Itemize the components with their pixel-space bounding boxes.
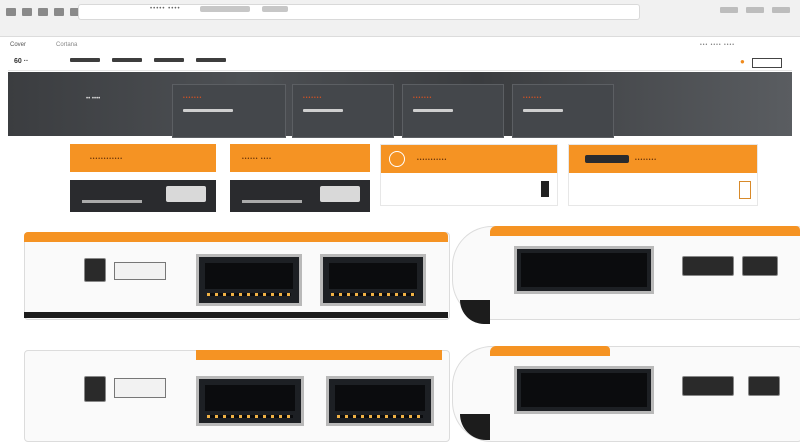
hero-card-line <box>303 109 343 112</box>
site-nav <box>70 58 226 62</box>
device-switch[interactable] <box>682 256 734 276</box>
power-icon <box>389 151 405 167</box>
device-top-trim <box>24 232 448 242</box>
promo-card-header[interactable]: •••••• •••• <box>230 144 370 172</box>
device-switch[interactable] <box>742 256 778 276</box>
right-tools[interactable]: ••• •••• •••• <box>700 42 735 48</box>
hero-card-title: ••••••• <box>523 95 543 101</box>
promo-line <box>82 200 142 203</box>
hero-card[interactable]: ••••••• <box>292 84 394 138</box>
device-screen <box>196 376 304 426</box>
back-icon[interactable] <box>6 8 16 16</box>
promo-card-header[interactable]: •••••••••••• <box>70 144 216 172</box>
minimize-button[interactable] <box>720 7 738 13</box>
device-switch[interactable] <box>682 376 734 396</box>
nav-item[interactable] <box>154 58 184 62</box>
toolbar-icons <box>6 4 80 20</box>
device-dial[interactable] <box>114 378 166 398</box>
forward-icon[interactable] <box>22 8 32 16</box>
address-text: ••••• •••• <box>150 6 181 12</box>
promo-label: •••••••• <box>635 157 658 163</box>
hero-card-line <box>183 109 233 112</box>
close-button[interactable] <box>772 7 790 13</box>
device-screen <box>196 254 302 306</box>
hero-card[interactable]: ••••••• <box>402 84 504 138</box>
promo-label: •••••••••••• <box>90 156 124 162</box>
address-segment <box>262 6 288 12</box>
site-header <box>8 54 792 71</box>
nav-item[interactable] <box>112 58 142 62</box>
promo-card[interactable]: •••••••• <box>568 144 758 206</box>
promo-label: •••••• •••• <box>242 156 272 162</box>
home-icon[interactable] <box>54 8 64 16</box>
plug-icon <box>739 181 751 199</box>
window-controls <box>650 4 790 16</box>
device-edge <box>460 414 490 440</box>
promo-card-image[interactable] <box>70 180 216 212</box>
nav-item[interactable] <box>70 58 100 62</box>
promo-card[interactable]: ••••••••••• <box>380 144 558 206</box>
maximize-button[interactable] <box>746 7 764 13</box>
device-knob[interactable] <box>84 258 106 282</box>
device-screen <box>514 246 654 294</box>
device-thumbnail <box>320 186 360 202</box>
device-dial[interactable] <box>114 262 166 280</box>
promo-line <box>242 200 302 203</box>
breadcrumb-left[interactable]: Cover <box>10 42 26 48</box>
device-screen <box>514 366 654 414</box>
badge <box>585 155 629 163</box>
device-screen <box>326 376 434 426</box>
device-switch[interactable] <box>748 376 780 396</box>
hero-banner <box>8 72 792 136</box>
hero-card-line <box>523 109 563 112</box>
promo-card-image[interactable] <box>230 180 370 212</box>
cart-icon[interactable]: ● <box>740 57 745 66</box>
plug-icon <box>541 181 549 197</box>
site-logo[interactable]: 60 ·· <box>14 58 28 65</box>
refresh-icon[interactable] <box>38 8 48 16</box>
device-top-trim <box>490 226 800 236</box>
hero-card-line <box>413 109 453 112</box>
device-top-trim <box>490 346 610 356</box>
promo-card-band <box>381 145 557 173</box>
promo-label: ••••••••••• <box>417 157 448 163</box>
breadcrumb-right[interactable]: Cortana <box>56 42 77 48</box>
nav-item[interactable] <box>196 58 226 62</box>
hero-card[interactable]: ••••••• <box>512 84 614 138</box>
hero-card-title: ••••••• <box>183 95 203 101</box>
hero-card-title: ••••••• <box>413 95 433 101</box>
address-segment <box>200 6 250 12</box>
device-edge <box>460 300 490 324</box>
device-screen <box>320 254 426 306</box>
search-input[interactable] <box>752 58 782 68</box>
device-thumbnail <box>166 186 206 202</box>
hero-card-title: ••••••• <box>303 95 323 101</box>
device-knob[interactable] <box>84 376 106 402</box>
device-top-trim <box>196 350 442 360</box>
hero-text: •• •••• <box>86 96 101 102</box>
device-bottom-trim <box>24 312 448 318</box>
hero-card[interactable]: ••••••• <box>172 84 286 138</box>
